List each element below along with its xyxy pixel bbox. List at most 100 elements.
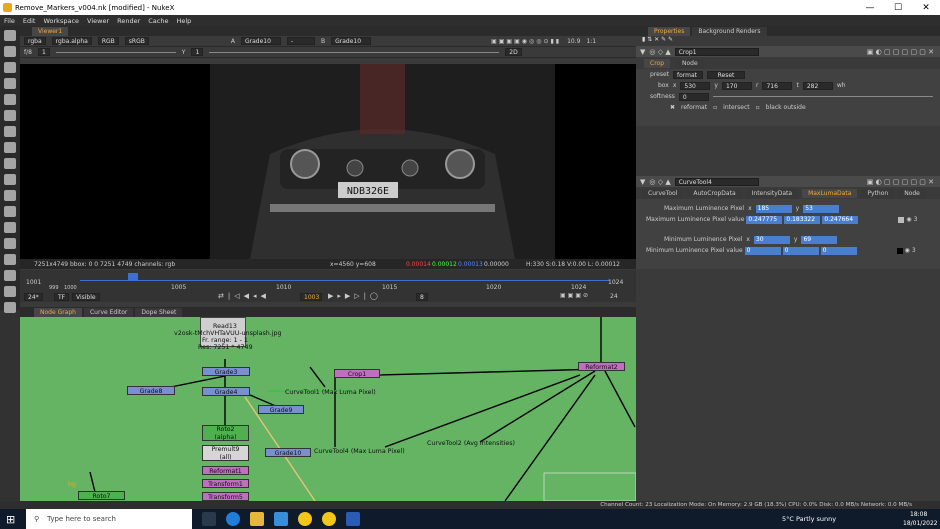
tab-viewer1[interactable]: Viewer1 — [32, 27, 69, 36]
node-graph[interactable]: Read13 v2osk-tMchVHTaVUU-unsplash.jpg Fr… — [20, 317, 636, 501]
intersect-checkbox[interactable]: ▫ — [713, 104, 717, 111]
view-mode[interactable]: 2D — [505, 48, 522, 56]
menu-viewer[interactable]: Viewer — [87, 17, 109, 25]
box-x-field[interactable]: 530 — [680, 81, 711, 90]
time-tools-icon[interactable] — [4, 62, 16, 73]
viewer-canvas[interactable]: NDB326E — [20, 64, 636, 259]
node-reformat1[interactable]: Reformat1 — [202, 466, 249, 475]
word-icon[interactable] — [346, 512, 360, 526]
preset-dropdown[interactable]: format — [673, 70, 704, 79]
node-reformat2[interactable]: Reformat2 — [578, 362, 625, 371]
nuke-taskbar-icon-2[interactable] — [322, 512, 336, 526]
transport-back-buttons[interactable]: ⇄|◁◀◂◀ — [218, 292, 270, 300]
max-value-b[interactable]: 0.247664 — [822, 215, 859, 224]
black-outside-checkbox[interactable]: ▫ — [756, 104, 760, 111]
settings-icon[interactable] — [4, 302, 16, 313]
increment-field[interactable]: 8 — [416, 293, 428, 301]
taskbar-search[interactable]: ⚲ Type here to search — [26, 509, 192, 529]
maximize-button[interactable]: ☐ — [884, 3, 912, 13]
menu-help[interactable]: Help — [176, 17, 191, 25]
menu-cache[interactable]: Cache — [148, 17, 168, 25]
draw-tools-icon[interactable] — [4, 46, 16, 57]
reformat-checkbox[interactable]: ✖ — [670, 104, 675, 111]
filter-tools-icon[interactable] — [4, 110, 16, 121]
node-roto2[interactable]: Roto2 (alpha) — [202, 425, 249, 441]
tab-maxlumadata[interactable]: MaxLumaData — [802, 189, 858, 198]
tab-intensitydata[interactable]: IntensityData — [745, 189, 799, 198]
node-curvetool2[interactable]: CurveTool2 (Avg Intensities) — [427, 440, 515, 447]
transport-forward-buttons[interactable]: ▶▸▶▷|◯ — [328, 292, 382, 300]
tab-curve-editor[interactable]: Curve Editor — [83, 308, 134, 317]
compare-dropdown[interactable]: - — [286, 37, 315, 45]
node-transform5[interactable]: Transform5 — [202, 492, 249, 501]
max-x-field[interactable]: 185 — [755, 204, 792, 213]
gamma-slider[interactable] — [209, 51, 500, 53]
menu-edit[interactable]: Edit — [23, 17, 36, 25]
min-value-g[interactable]: 0 — [782, 246, 819, 255]
properties-toolbar-icons[interactable]: ▮ ⇅ ✕ ✎ ✎ — [636, 36, 940, 46]
timeline-right-icons[interactable]: ▣▣▣⊘ — [560, 292, 590, 299]
node-crop1[interactable]: Crop1 — [334, 369, 380, 378]
menu-file[interactable]: File — [4, 17, 15, 25]
3d-tools-icon[interactable] — [4, 174, 16, 185]
metadata-tools-icon[interactable] — [4, 206, 16, 217]
box-y-field[interactable]: 170 — [721, 81, 752, 90]
collapse-icon[interactable]: ▼ — [640, 48, 645, 56]
min-color-swatch[interactable] — [896, 247, 903, 254]
particles-tools-icon[interactable] — [4, 270, 16, 281]
weather[interactable]: 5°C Partly sunny — [782, 515, 836, 523]
channels-dropdown[interactable]: rgba — [24, 37, 46, 45]
alpha-dropdown[interactable]: rgba.alpha — [51, 37, 92, 45]
timeline-playhead[interactable] — [128, 273, 138, 281]
node-transform1[interactable]: Transform1 — [202, 479, 249, 488]
fstop-value[interactable]: 1 — [37, 48, 50, 56]
furnace-tools-icon[interactable] — [4, 254, 16, 265]
max-color-swatch[interactable] — [898, 216, 905, 223]
min-color-wheel-icon[interactable]: ◉ — [905, 247, 910, 254]
tab-curvetool[interactable]: CurveTool — [642, 189, 684, 198]
tab-background-renders[interactable]: Background Renders — [692, 27, 767, 36]
box-t-field[interactable]: 282 — [802, 81, 833, 90]
task-view-icon[interactable] — [202, 512, 216, 526]
viewer-tool-icons[interactable]: ▣▣▣▣◉◎◎⊙▮▮ — [491, 38, 561, 45]
node-roto-bottom[interactable]: Roto7 — [78, 491, 125, 500]
zoom-level[interactable]: 10.9 — [567, 38, 580, 45]
timeline[interactable]: 1001 999 1000 1005 1010 1015 1020 1024 1… — [20, 270, 636, 292]
wh-button[interactable]: wh — [837, 82, 846, 89]
input-a-dropdown[interactable]: Grade10 — [240, 37, 281, 45]
views-tools-icon[interactable] — [4, 190, 16, 201]
tab-node[interactable]: Node — [676, 59, 704, 68]
image-tools-icon[interactable] — [4, 30, 16, 41]
file-explorer-icon[interactable] — [250, 512, 264, 526]
lut-dropdown[interactable]: sRGB — [124, 37, 149, 45]
edge-icon[interactable] — [226, 512, 240, 526]
node-grade8[interactable]: Grade8 — [127, 386, 175, 395]
node-grade4[interactable]: Grade4 — [202, 387, 250, 396]
colorspace-dropdown[interactable]: RGB — [97, 37, 119, 45]
tab-properties[interactable]: Properties — [648, 27, 691, 36]
minimize-button[interactable]: — — [856, 3, 884, 13]
keyer-tools-icon[interactable] — [4, 126, 16, 137]
channel-tools-icon[interactable] — [4, 78, 16, 89]
menu-render[interactable]: Render — [117, 17, 140, 25]
tab-node-graph[interactable]: Node Graph — [34, 308, 82, 317]
softness-field[interactable]: 0 — [678, 92, 709, 101]
tab-dope-sheet[interactable]: Dope Sheet — [135, 308, 183, 317]
color-tools-icon[interactable] — [4, 94, 16, 105]
nukex-tools-icon[interactable] — [4, 286, 16, 297]
tf-dropdown[interactable]: TF — [54, 293, 70, 301]
menu-workspace[interactable]: Workspace — [43, 17, 79, 25]
close-button[interactable]: ✕ — [912, 3, 940, 13]
visible-dropdown[interactable]: Visible — [72, 293, 100, 301]
mail-icon[interactable] — [274, 512, 288, 526]
tab-crop[interactable]: Crop — [644, 59, 671, 68]
y-value[interactable]: 1 — [191, 48, 204, 56]
min-value-r[interactable]: 0 — [744, 246, 781, 255]
frame-ratio[interactable]: 1:1 — [586, 38, 596, 45]
softness-slider[interactable] — [712, 96, 933, 97]
clock-date[interactable]: 18/01/2022 — [903, 520, 938, 527]
merge-tools-icon[interactable] — [4, 142, 16, 153]
input-b-dropdown[interactable]: Grade10 — [331, 37, 372, 45]
other-tools-icon[interactable] — [4, 238, 16, 249]
box-r-field[interactable]: 716 — [762, 81, 793, 90]
